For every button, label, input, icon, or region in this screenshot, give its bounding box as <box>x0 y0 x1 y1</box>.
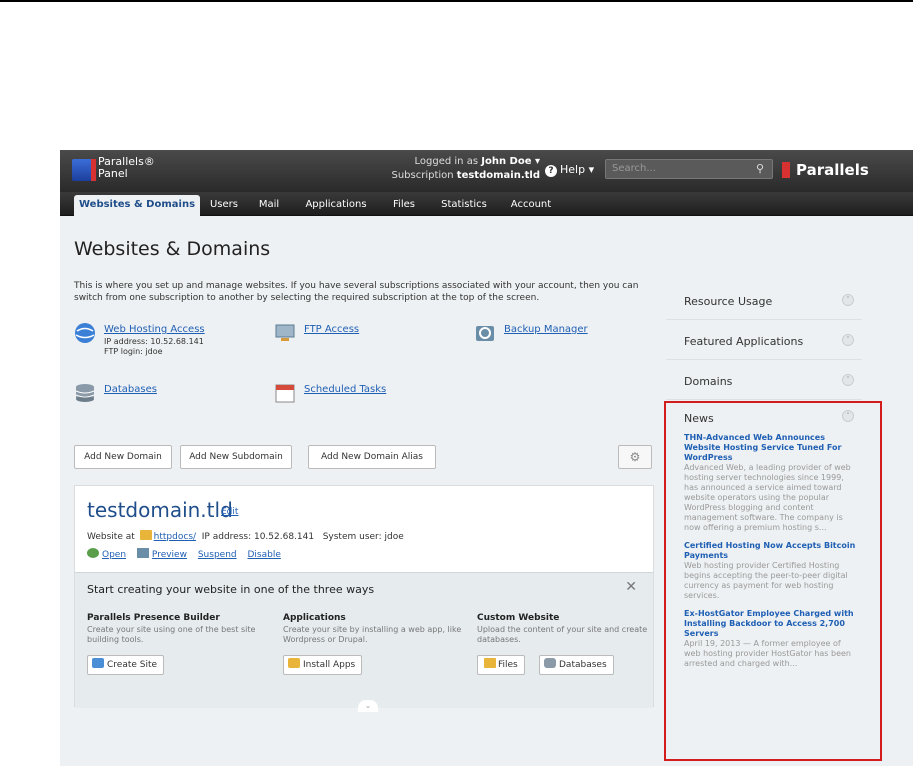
resource-usage-title: Resource Usage <box>684 295 773 308</box>
scheduled-tasks-link[interactable]: Scheduled Tasks <box>304 384 386 395</box>
wrench-icon[interactable]: ⚙ <box>618 445 652 469</box>
sidebar-domains[interactable]: Domains ˅ <box>666 360 862 400</box>
top-header: Parallels® Panel Logged in as John Doe ▾… <box>60 150 913 192</box>
page-title: Websites & Domains <box>74 238 271 260</box>
main-tabs: Websites & Domains Users Mail Applicatio… <box>60 192 913 216</box>
databases-link[interactable]: Databases <box>104 384 157 395</box>
start-creating-title: Start creating your website in one of th… <box>87 583 375 596</box>
custom-website-column: Custom Website Upload the content of you… <box>477 613 657 677</box>
featured-applications-title: Featured Applications <box>684 335 804 348</box>
web-hosting-details: IP address: 10.52.68.141 FTP login: jdoe <box>104 337 204 357</box>
builder-icon <box>92 658 104 668</box>
preview-icon <box>136 548 149 558</box>
install-apps-button[interactable]: Install Apps <box>283 655 363 675</box>
search-icon[interactable]: ⚲ <box>756 162 764 175</box>
top-rule <box>0 0 913 2</box>
create-site-button[interactable]: Create Site <box>87 655 165 675</box>
expand-icon[interactable]: ˅ <box>842 374 854 386</box>
system-user: System user: jdoe <box>322 532 404 542</box>
search-placeholder: Search... <box>612 163 656 174</box>
logged-in-label: Logged in as <box>414 156 479 167</box>
presence-builder-heading: Parallels Presence Builder <box>87 613 220 623</box>
applications-column: Applications Create your site by install… <box>283 613 463 677</box>
tab-mail[interactable]: Mail <box>252 195 286 216</box>
parallels-brand: Parallels <box>782 161 869 179</box>
brand-mark-icon <box>782 162 790 178</box>
open-icon <box>87 548 99 558</box>
docroot-link[interactable]: httpdocs/ <box>154 532 196 542</box>
applications-heading: Applications <box>283 613 346 623</box>
tab-files[interactable]: Files <box>386 195 422 216</box>
sidebar-featured-applications[interactable]: Featured Applications ˅ <box>666 320 862 360</box>
open-link[interactable]: Open <box>102 550 126 560</box>
custom-website-heading: Custom Website <box>477 613 560 623</box>
folder-icon <box>139 530 152 540</box>
expand-icon[interactable]: ˅ <box>842 294 854 306</box>
applications-desc: Create your site by installing a web app… <box>283 625 462 644</box>
backup-manager-link[interactable]: Backup Manager <box>504 324 588 335</box>
sidebar-resource-usage[interactable]: Resource Usage ˅ <box>666 280 862 320</box>
files-button[interactable]: Files <box>477 655 525 675</box>
search-input[interactable]: Search... ⚲ <box>605 159 773 179</box>
databases-label: Databases <box>559 660 607 670</box>
parallels-logo-icon[interactable] <box>72 159 96 181</box>
web-hosting-ip: IP address: 10.52.68.141 <box>104 337 204 346</box>
files-label: Files <box>498 660 518 670</box>
domain-info: Website at httpdocs/ IP address: 10.52.6… <box>87 530 404 542</box>
edit-domain-link[interactable]: Edit <box>221 507 238 517</box>
domain-card: testdomain.tld Edit Website at httpdocs/… <box>74 485 654 712</box>
calendar-icon <box>275 384 295 403</box>
tab-websites-domains[interactable]: Websites & Domains <box>74 195 200 216</box>
tab-applications[interactable]: Applications <box>298 195 374 216</box>
logo-line2: Panel <box>98 167 128 180</box>
add-new-subdomain-button[interactable]: Add New Subdomain <box>180 445 292 469</box>
chevron-down-icon[interactable]: ⌄ <box>358 700 378 712</box>
close-icon[interactable]: ✕ <box>625 579 637 595</box>
apps-icon <box>288 658 300 668</box>
database-icon <box>75 384 95 402</box>
website-at-label: Website at <box>87 532 135 542</box>
subscription-label: Subscription <box>391 170 454 181</box>
add-new-domain-button[interactable]: Add New Domain <box>74 445 172 469</box>
help-label: Help ▾ <box>560 163 595 176</box>
install-apps-label: Install Apps <box>303 660 356 670</box>
logo-text[interactable]: Parallels® Panel <box>98 156 155 180</box>
databases-button[interactable]: Databases <box>539 655 614 675</box>
ftp-access-link[interactable]: FTP Access <box>304 324 359 335</box>
domain-name[interactable]: testdomain.tld <box>87 498 233 522</box>
login-info: Logged in as John Doe ▾ Subscription tes… <box>390 155 540 183</box>
preview-link[interactable]: Preview <box>152 550 187 560</box>
help-icon: ? <box>545 165 557 177</box>
web-hosting-ftp-login: FTP login: jdoe <box>104 347 163 356</box>
user-menu[interactable]: John Doe ▾ <box>481 156 540 167</box>
presence-builder-desc: Create your site using one of the best s… <box>87 625 256 644</box>
brand-text: Parallels <box>796 161 869 179</box>
web-hosting-access-link[interactable]: Web Hosting Access <box>104 324 205 335</box>
tab-users[interactable]: Users <box>204 195 244 216</box>
globe-icon <box>75 323 95 343</box>
domain-actions: Open Preview Suspend Disable <box>87 548 289 560</box>
page-intro: This is where you set up and manage webs… <box>74 281 639 303</box>
help-menu[interactable]: ? Help ▾ <box>545 163 594 177</box>
create-site-label: Create Site <box>107 660 158 670</box>
news-highlight-box <box>664 401 882 761</box>
expand-icon[interactable]: ˅ <box>842 334 854 346</box>
subscription-selector[interactable]: testdomain.tld <box>457 170 540 181</box>
tab-statistics[interactable]: Statistics <box>434 195 494 216</box>
tab-account[interactable]: Account <box>506 195 556 216</box>
domains-title: Domains <box>684 375 733 388</box>
domain-ip: IP address: 10.52.68.141 <box>201 532 315 542</box>
files-folder-icon <box>484 658 496 668</box>
start-creating-panel: Start creating your website in one of th… <box>75 572 653 712</box>
presence-builder-column: Parallels Presence Builder Create your s… <box>87 613 267 677</box>
ftp-icon <box>275 324 295 341</box>
add-new-domain-alias-button[interactable]: Add New Domain Alias <box>308 445 436 469</box>
custom-website-desc: Upload the content of your site and crea… <box>477 625 648 644</box>
suspend-link[interactable]: Suspend <box>198 550 237 560</box>
databases-small-icon <box>544 658 556 668</box>
backup-icon <box>476 326 494 341</box>
disable-link[interactable]: Disable <box>248 550 281 560</box>
